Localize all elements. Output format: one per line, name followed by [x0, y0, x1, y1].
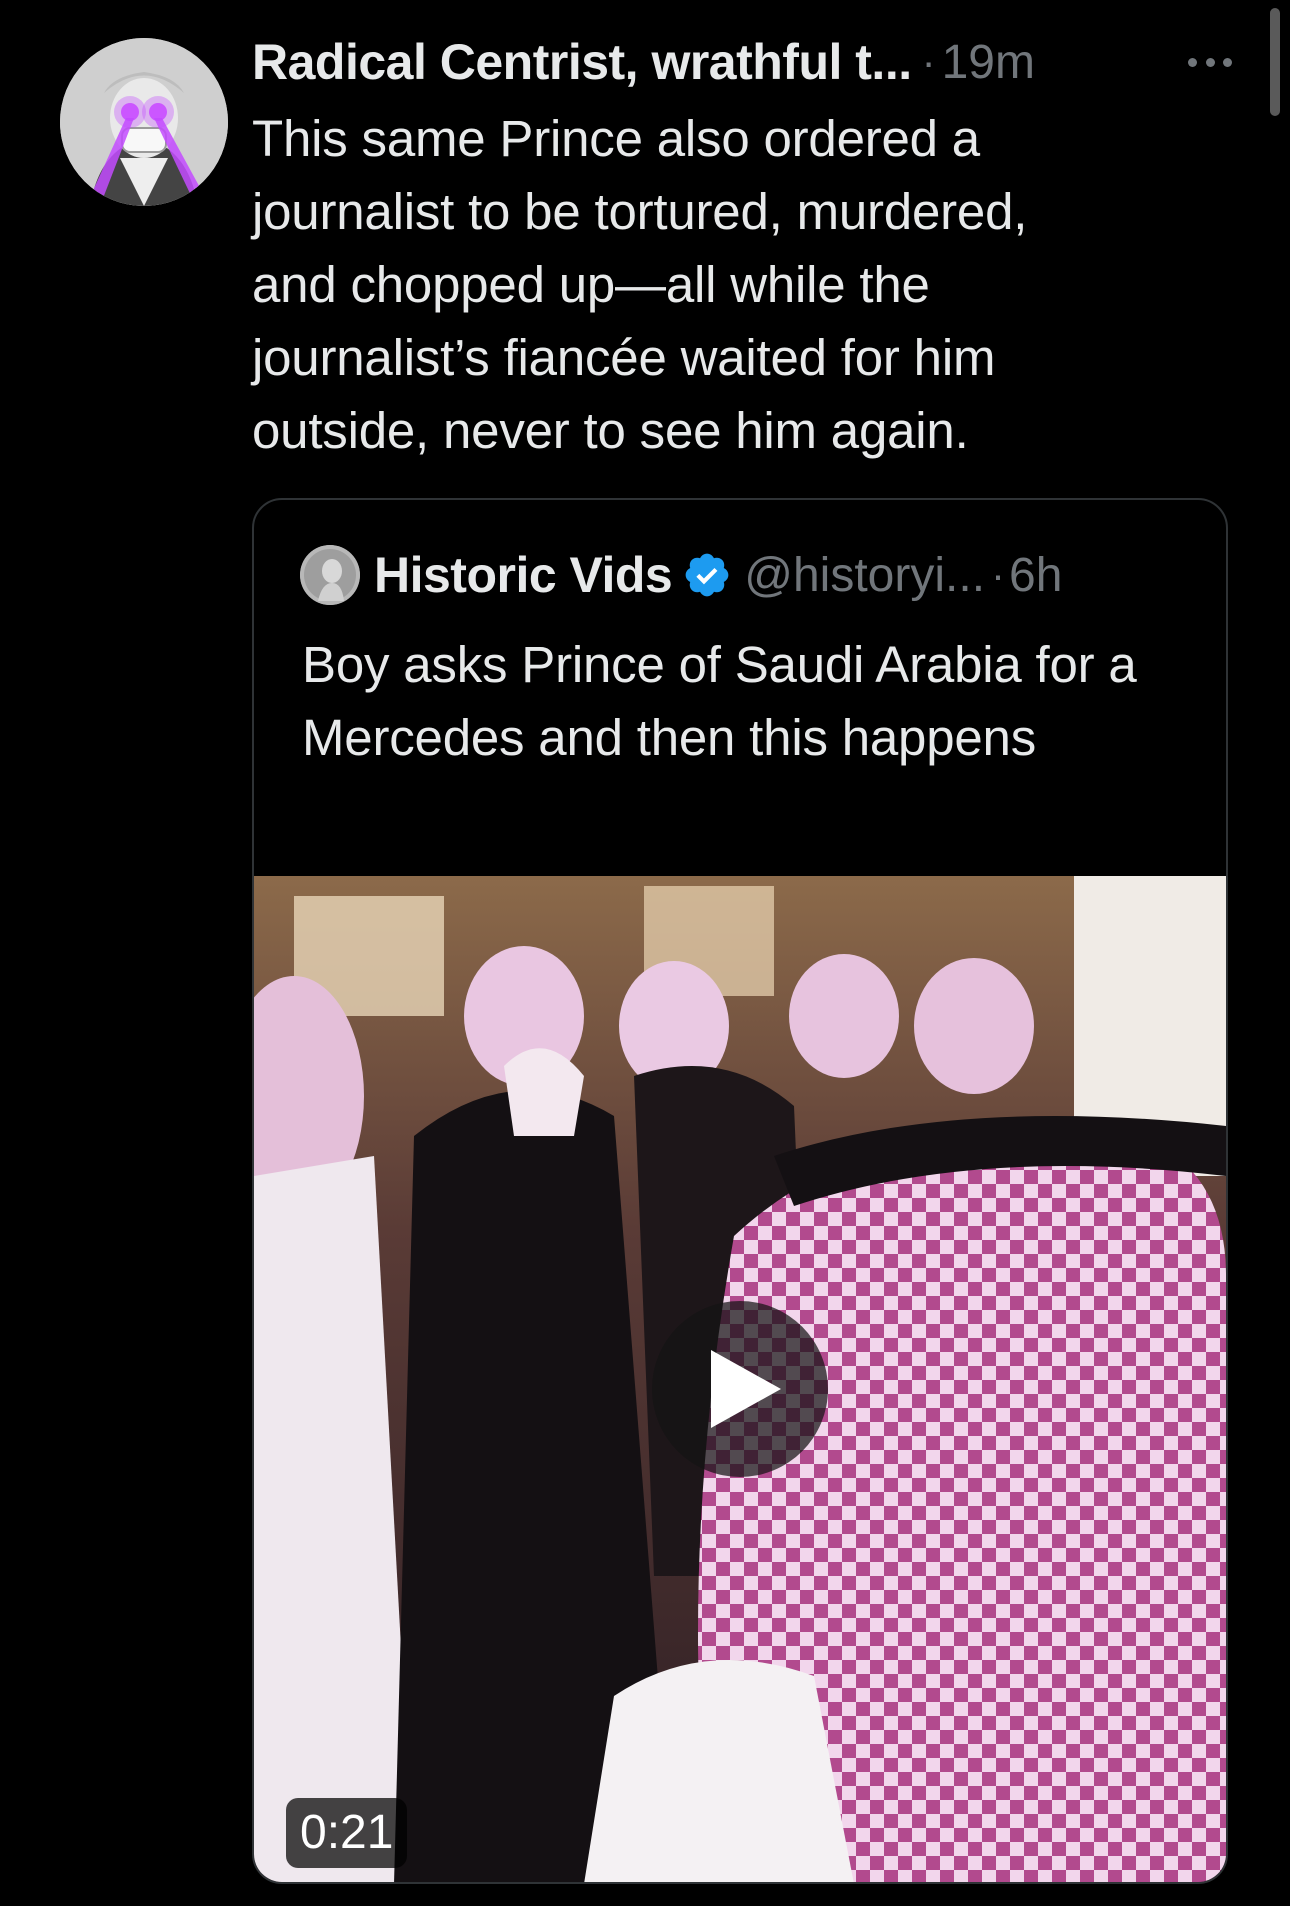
video-player[interactable]: 0:21 [254, 876, 1226, 1882]
quote-text: Boy asks Prince of Saudi Arabia for a Me… [302, 636, 1137, 766]
tweet-timestamp[interactable]: 19m [942, 35, 1035, 90]
scrollbar[interactable] [1270, 8, 1280, 116]
video-duration-badge: 0:21 [286, 1798, 408, 1868]
quote-author-avatar[interactable] [300, 545, 360, 605]
avatar-image [60, 38, 228, 206]
verified-badge-icon [685, 553, 729, 597]
play-button[interactable] [652, 1301, 828, 1477]
tweet-header: Radical Centrist, wrathful t... · 19m [252, 32, 1232, 92]
quote-header: Historic Vids @historyi... · 6h [300, 542, 1062, 608]
coin-portrait-icon [300, 545, 360, 605]
quote-author-handle[interactable]: @historyi... [744, 548, 985, 603]
author-avatar[interactable] [60, 38, 228, 206]
quote-timestamp[interactable]: 6h [1009, 548, 1062, 603]
separator-dot: · [921, 38, 936, 85]
tweet-text: This same Prince also ordered a journali… [252, 110, 1028, 459]
quote-author-name[interactable]: Historic Vids [374, 546, 673, 604]
quoted-tweet-card[interactable]: Historic Vids @historyi... · 6h Boy asks… [252, 498, 1228, 1884]
separator-dot: · [991, 551, 1006, 598]
author-name[interactable]: Radical Centrist, wrathful t... [252, 33, 912, 91]
more-horizontal-icon[interactable] [1188, 52, 1232, 72]
play-icon [711, 1350, 781, 1428]
